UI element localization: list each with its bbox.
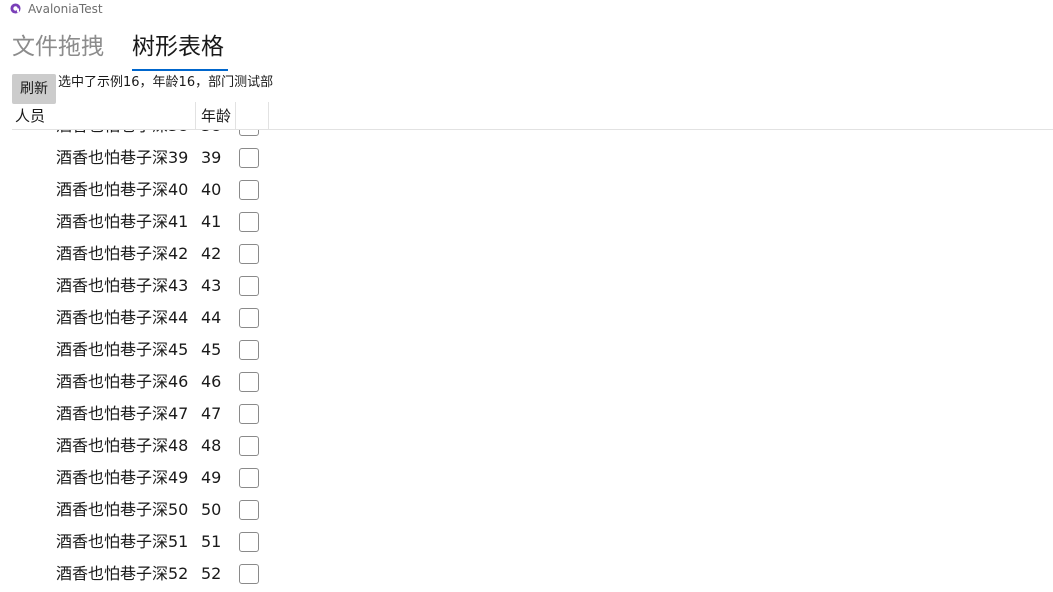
- person-name-cell: 酒香也怕巷子深42: [56, 244, 189, 263]
- age-cell: 52: [201, 564, 222, 583]
- table-row[interactable]: 酒香也怕巷子深52 52: [12, 558, 1053, 590]
- table-row[interactable]: 酒香也怕巷子深48 48: [12, 430, 1053, 462]
- table-row[interactable]: 酒香也怕巷子深50 50: [12, 494, 1053, 526]
- row-checkbox[interactable]: [239, 180, 259, 200]
- person-name-cell: 酒香也怕巷子深41: [56, 212, 189, 231]
- window-title: AvaloniaTest: [28, 2, 103, 16]
- table-row[interactable]: 酒香也怕巷子深51 51: [12, 526, 1053, 558]
- row-checkbox[interactable]: [239, 244, 259, 264]
- grid-header: 人员 年龄: [12, 102, 1053, 130]
- row-checkbox[interactable]: [239, 212, 259, 232]
- table-row[interactable]: 酒香也怕巷子深45 45: [12, 334, 1053, 366]
- age-cell: 49: [201, 468, 222, 487]
- app-window: AvaloniaTest 文件拖拽 树形表格 刷新 选中了示例16，年龄16，部…: [0, 0, 1053, 592]
- row-checkbox[interactable]: [239, 500, 259, 520]
- column-divider[interactable]: [235, 102, 236, 129]
- person-name-cell: 酒香也怕巷子深51: [56, 532, 189, 551]
- table-row[interactable]: 酒香也怕巷子深39 39: [12, 142, 1053, 174]
- person-name-cell: 酒香也怕巷子深50: [56, 500, 189, 519]
- person-name-cell: 酒香也怕巷子深40: [56, 180, 189, 199]
- person-name-cell: 酒香也怕巷子深46: [56, 372, 189, 391]
- column-header-age[interactable]: 年龄: [201, 106, 231, 126]
- column-header-person[interactable]: 人员: [15, 106, 45, 126]
- row-checkbox[interactable]: [239, 532, 259, 552]
- row-checkbox[interactable]: [239, 372, 259, 392]
- selected-tab-indicator: [132, 69, 228, 71]
- person-name-cell: 酒香也怕巷子深47: [56, 404, 189, 423]
- table-row[interactable]: 酒香也怕巷子深47 47: [12, 398, 1053, 430]
- person-name-cell: 酒香也怕巷子深48: [56, 436, 189, 455]
- table-row[interactable]: 酒香也怕巷子深41 41: [12, 206, 1053, 238]
- age-cell: 45: [201, 340, 222, 359]
- age-cell: 47: [201, 404, 222, 423]
- row-checkbox[interactable]: [239, 308, 259, 328]
- age-cell: 50: [201, 500, 222, 519]
- age-cell: 51: [201, 532, 222, 551]
- tab-tree-grid[interactable]: 树形表格: [132, 30, 224, 64]
- table-row[interactable]: 酒香也怕巷子深46 46: [12, 366, 1053, 398]
- table-row[interactable]: 酒香也怕巷子深40 40: [12, 174, 1053, 206]
- age-cell: 40: [201, 180, 222, 199]
- age-cell: 41: [201, 212, 222, 231]
- age-cell: 43: [201, 276, 222, 295]
- age-cell: 44: [201, 308, 222, 327]
- grid-rows: 酒香也怕巷子深3838酒香也怕巷子深3939酒香也怕巷子深4040酒香也怕巷子深…: [12, 130, 1053, 590]
- person-name-cell: 酒香也怕巷子深45: [56, 340, 189, 359]
- row-checkbox[interactable]: [239, 130, 259, 136]
- table-row[interactable]: 酒香也怕巷子深42 42: [12, 238, 1053, 270]
- age-cell: 38: [201, 130, 221, 136]
- selection-status-text: 选中了示例16，年龄16，部门测试部: [58, 75, 274, 90]
- row-checkbox[interactable]: [239, 148, 259, 168]
- tab-file-drag[interactable]: 文件拖拽: [12, 30, 104, 64]
- person-name-cell: 酒香也怕巷子深44: [56, 308, 189, 327]
- column-divider[interactable]: [195, 102, 196, 129]
- row-checkbox[interactable]: [239, 436, 259, 456]
- age-cell: 48: [201, 436, 222, 455]
- person-name-cell: 酒香也怕巷子深52: [56, 564, 189, 583]
- table-row[interactable]: 酒香也怕巷子深38 38: [12, 130, 1053, 142]
- refresh-button[interactable]: 刷新: [12, 74, 56, 104]
- person-name-cell: 酒香也怕巷子深43: [56, 276, 189, 295]
- column-divider[interactable]: [268, 102, 269, 129]
- table-row[interactable]: 酒香也怕巷子深44 44: [12, 302, 1053, 334]
- row-checkbox[interactable]: [239, 404, 259, 424]
- age-cell: 42: [201, 244, 222, 263]
- row-checkbox[interactable]: [239, 468, 259, 488]
- age-cell: 39: [201, 148, 222, 167]
- grid-rows-viewport[interactable]: 酒香也怕巷子深3838酒香也怕巷子深3939酒香也怕巷子深4040酒香也怕巷子深…: [12, 130, 1053, 592]
- row-checkbox[interactable]: [239, 276, 259, 296]
- row-checkbox[interactable]: [239, 564, 259, 584]
- person-name-cell: 酒香也怕巷子深38: [56, 130, 188, 136]
- tree-data-grid: 人员 年龄 酒香也怕巷子深3838酒香也怕巷子深3939酒香也怕巷子深4040酒…: [12, 102, 1053, 592]
- table-row[interactable]: 酒香也怕巷子深43 43: [12, 270, 1053, 302]
- person-name-cell: 酒香也怕巷子深49: [56, 468, 189, 487]
- title-bar: AvaloniaTest: [0, 0, 1053, 20]
- avalonia-logo-icon: [10, 3, 21, 14]
- age-cell: 46: [201, 372, 222, 391]
- row-checkbox[interactable]: [239, 340, 259, 360]
- person-name-cell: 酒香也怕巷子深39: [56, 148, 189, 167]
- table-row[interactable]: 酒香也怕巷子深49 49: [12, 462, 1053, 494]
